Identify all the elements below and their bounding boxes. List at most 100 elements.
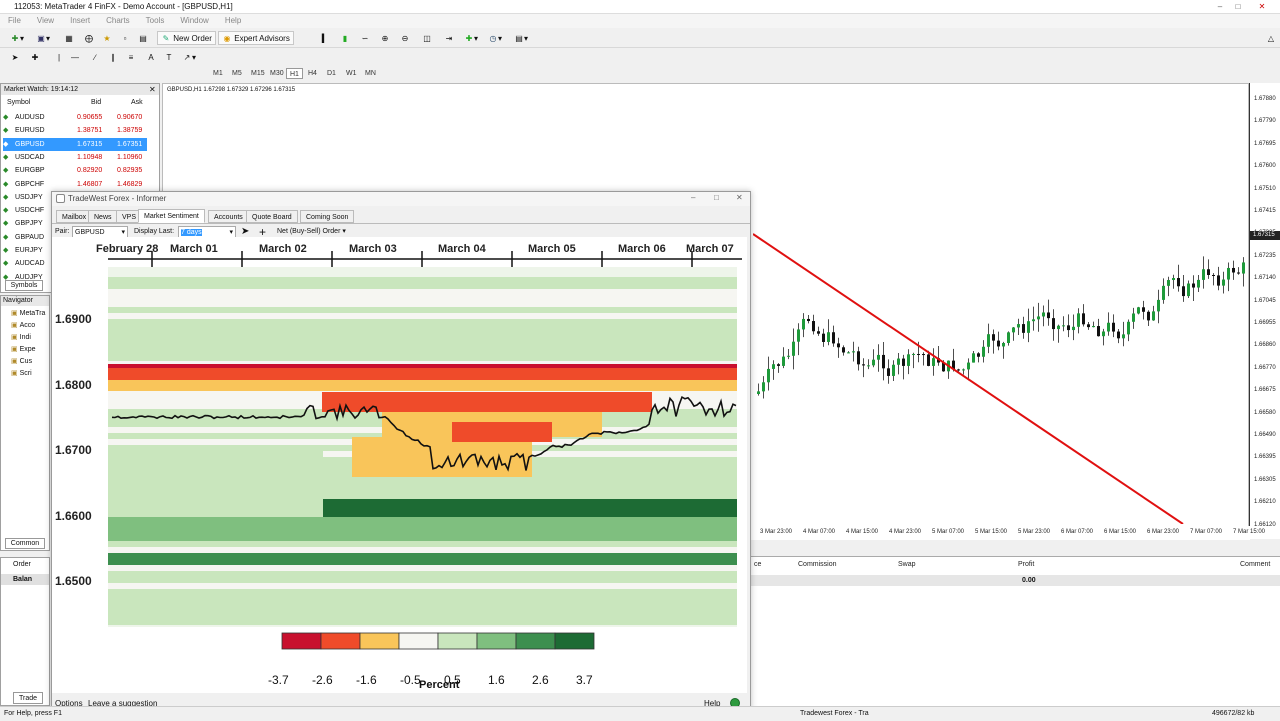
market-watch-icon[interactable]: ▦ bbox=[60, 31, 78, 45]
market-watch-row[interactable]: ◆ EURGBP 0.82920 0.82935 bbox=[3, 164, 147, 177]
navigator-icon[interactable]: ★ bbox=[98, 31, 116, 45]
close-icon[interactable]: ✕ bbox=[149, 84, 156, 95]
tile-windows-icon[interactable]: ◫ bbox=[418, 31, 436, 45]
navigator-item[interactable]: ▣ MetaTra bbox=[11, 308, 45, 319]
zoom-in-icon[interactable]: ⊕ bbox=[376, 31, 394, 45]
status-bar: For Help, press F1 Tradewest Forex - Tra… bbox=[0, 706, 1280, 720]
channel-icon[interactable]: ∥ bbox=[104, 50, 122, 64]
timeframe-h4[interactable]: H4 bbox=[305, 68, 320, 79]
tab-quote-board[interactable]: Quote Board bbox=[246, 210, 298, 223]
market-watch-row[interactable]: ◆ EURUSD 1.38751 1.38759 bbox=[3, 124, 147, 137]
x-axis-label: March 07 bbox=[686, 243, 734, 255]
text-icon[interactable]: A bbox=[142, 50, 160, 64]
navigator-item-label: Cus bbox=[19, 358, 33, 365]
market-watch-row[interactable]: ◆ USDCAD 1.10948 1.10960 bbox=[3, 151, 147, 164]
sentiment-heatmap[interactable]: February 28 March 01 March 02 March 03 March… bbox=[52, 237, 747, 693]
toolbar-scroll-icon[interactable]: △ bbox=[1262, 31, 1280, 45]
price-tick: 1.67510 bbox=[1254, 185, 1276, 192]
timeframe-w1[interactable]: W1 bbox=[343, 68, 360, 79]
crosshair-icon[interactable]: ✚ bbox=[26, 50, 44, 64]
tab-accounts[interactable]: Accounts bbox=[208, 210, 249, 223]
text-label-icon[interactable]: T bbox=[160, 50, 178, 64]
close-button[interactable]: ✕ bbox=[1248, 1, 1276, 12]
expert-advisors-button[interactable]: ◉ Expert Advisors bbox=[218, 31, 294, 45]
timeframe-d1[interactable]: D1 bbox=[324, 68, 339, 79]
tab-trade[interactable]: Trade bbox=[13, 692, 43, 704]
terminal-icon[interactable]: ▫ bbox=[116, 31, 134, 45]
symbol-name: EURGBP bbox=[15, 167, 45, 175]
informer-close-button[interactable]: ✕ bbox=[736, 193, 743, 202]
timeframe-m5[interactable]: M5 bbox=[229, 68, 245, 79]
candle-body bbox=[862, 364, 865, 366]
informer-minimize-button[interactable]: – bbox=[691, 193, 695, 202]
informer-maximize-button[interactable]: □ bbox=[714, 193, 719, 202]
timeframe-m15[interactable]: M15 bbox=[248, 68, 268, 79]
candle-chart-icon[interactable]: ▮ bbox=[336, 31, 354, 45]
new-order-button[interactable]: ✎ New Order bbox=[157, 31, 216, 45]
heatmap-band bbox=[108, 355, 737, 361]
market-watch-row[interactable]: ◆ GBPUSD 1.67315 1.67351 bbox=[3, 137, 147, 151]
symbol-status-icon: ◆ bbox=[3, 220, 9, 228]
market-watch-row[interactable]: ◆ AUDUSD 0.90655 0.90670 bbox=[3, 111, 147, 124]
ask-value: 0.90670 bbox=[117, 114, 143, 121]
arrows-icon[interactable]: ↗ ▾ bbox=[178, 50, 200, 64]
timeframe-m30[interactable]: M30 bbox=[267, 68, 287, 79]
cursor-icon[interactable]: ➤ bbox=[6, 50, 24, 64]
menu-insert[interactable]: Insert bbox=[70, 16, 90, 25]
horizontal-line-icon[interactable]: — bbox=[66, 50, 84, 64]
col-price: ce bbox=[754, 561, 762, 568]
data-window-icon[interactable]: ⨁ bbox=[80, 31, 98, 45]
cursor-tool-icon[interactable]: ➤ bbox=[241, 226, 249, 237]
time-tick: 7 Mar 15:00 bbox=[1233, 529, 1266, 535]
menu-tools[interactable]: Tools bbox=[146, 16, 165, 25]
heatmap-band bbox=[108, 565, 737, 571]
menu-charts[interactable]: Charts bbox=[106, 16, 130, 25]
tester-icon[interactable]: ▤ bbox=[134, 31, 152, 45]
menu-window[interactable]: Window bbox=[180, 16, 208, 25]
current-price-marker: 1.67315 bbox=[1250, 231, 1280, 240]
profiles-icon[interactable]: ▣▾ bbox=[32, 31, 54, 45]
zoom-out-icon[interactable]: ⊖ bbox=[396, 31, 414, 45]
minimize-button[interactable]: – bbox=[1212, 1, 1228, 12]
autoscroll-icon[interactable]: ⇥ bbox=[440, 31, 458, 45]
price-tick: 1.66770 bbox=[1254, 364, 1276, 371]
tab-market-sentiment[interactable]: Market Sentiment bbox=[138, 209, 205, 223]
menu-file[interactable]: File bbox=[8, 16, 21, 25]
periods-icon[interactable]: ◷ ▾ bbox=[484, 31, 506, 45]
window-title: 112053: MetaTrader 4 FinFX - Demo Accoun… bbox=[14, 2, 233, 11]
market-watch-row[interactable]: ◆ GBPCHF 1.46807 1.46829 bbox=[3, 178, 147, 191]
fibonacci-icon[interactable]: ≡ bbox=[122, 50, 140, 64]
candle-body bbox=[987, 334, 990, 347]
trendline[interactable] bbox=[753, 233, 1184, 524]
trendline-icon[interactable]: ∕ bbox=[86, 50, 104, 64]
tab-symbols[interactable]: Symbols bbox=[5, 280, 43, 291]
heatmap-band bbox=[108, 589, 737, 595]
time-tick: 5 Mar 15:00 bbox=[975, 529, 1008, 535]
navigator-item[interactable]: ▣ Scri bbox=[11, 368, 32, 379]
menu-help[interactable]: Help bbox=[225, 16, 241, 25]
menu-view[interactable]: View bbox=[37, 16, 54, 25]
navigator-item[interactable]: ▣ Indi bbox=[11, 332, 31, 343]
tab-mailbox[interactable]: Mailbox bbox=[56, 210, 93, 223]
tab-coming-soon[interactable]: Coming Soon bbox=[300, 210, 355, 223]
new-chart-icon[interactable]: ✚ ▾ bbox=[6, 31, 28, 45]
indicators-icon[interactable]: ✚ ▾ bbox=[460, 31, 482, 45]
timeframe-mn[interactable]: MN bbox=[362, 68, 379, 79]
tab-common[interactable]: Common bbox=[5, 538, 45, 549]
candle-body bbox=[1017, 324, 1020, 328]
candle-body bbox=[1122, 334, 1125, 339]
bar-chart-icon[interactable]: ▍ bbox=[316, 31, 334, 45]
tab-news[interactable]: News bbox=[88, 210, 118, 223]
navigator-item[interactable]: ▣ Cus bbox=[11, 356, 32, 367]
timeframe-m1[interactable]: M1 bbox=[210, 68, 226, 79]
templates-icon[interactable]: ▤▾ bbox=[510, 31, 532, 45]
terminal-panel: ce Commission Swap Profit Comment 0.00 bbox=[750, 556, 1280, 706]
navigator-item[interactable]: ▣ Expe bbox=[11, 344, 36, 355]
timeframe-h1[interactable]: H1 bbox=[286, 68, 303, 79]
navigator-item[interactable]: ▣ Acco bbox=[11, 320, 35, 331]
heatmap-blob bbox=[452, 422, 552, 442]
symbol-status-icon: ◆ bbox=[3, 247, 9, 254]
line-chart-icon[interactable]: ∽ bbox=[356, 31, 374, 45]
candle-body bbox=[1127, 321, 1130, 335]
maximize-button[interactable]: □ bbox=[1230, 1, 1246, 12]
